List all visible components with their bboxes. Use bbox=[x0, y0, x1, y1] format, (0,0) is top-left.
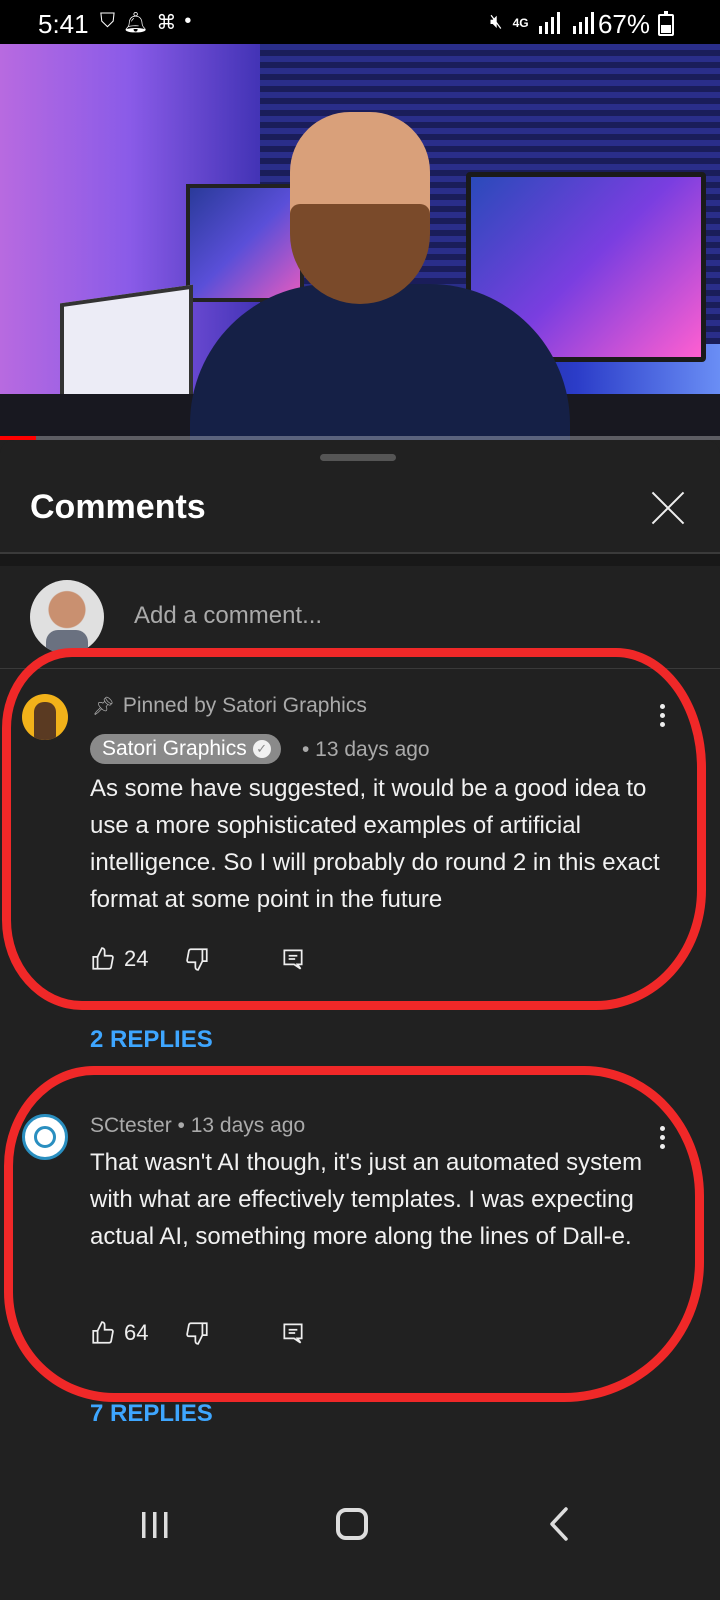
notification-icons: ⛉ 🔔︎ ⌘ • bbox=[100, 10, 191, 35]
signal-icon bbox=[538, 11, 560, 34]
battery-icon bbox=[658, 11, 674, 36]
battery-percentage: 67% bbox=[597, 9, 650, 39]
status-bar: 5:41 ⛉ 🔔︎ ⌘ • 🔇︎ 4G 67% bbox=[0, 0, 720, 44]
recent-apps-button[interactable] bbox=[140, 1510, 170, 1540]
signal-icon-2 bbox=[572, 11, 594, 34]
back-button[interactable] bbox=[548, 1506, 570, 1542]
view-replies-button[interactable]: 2 REPLIES bbox=[90, 1026, 213, 1054]
video-player[interactable] bbox=[0, 44, 720, 440]
sheet-title: Comments bbox=[30, 488, 206, 526]
annotation-circle bbox=[2, 648, 706, 1010]
dot-icon: • bbox=[184, 10, 192, 32]
home-button[interactable] bbox=[336, 1508, 368, 1540]
video-frame-monitor bbox=[186, 184, 304, 302]
network-type: 4G bbox=[512, 15, 529, 30]
status-time: 5:41 bbox=[38, 9, 89, 39]
close-button[interactable] bbox=[648, 486, 688, 526]
vpn-icon: ⛉ bbox=[100, 10, 115, 32]
system-icons: 🔇︎ 4G bbox=[490, 11, 597, 34]
user-avatar bbox=[30, 580, 104, 654]
divider bbox=[0, 554, 720, 566]
navigation-bar bbox=[0, 1474, 720, 1600]
view-replies-button[interactable]: 7 REPLIES bbox=[90, 1400, 213, 1428]
drag-handle[interactable] bbox=[320, 454, 396, 461]
alarm-icon: 🔔︎ bbox=[123, 12, 149, 34]
comments-sheet: Comments Add a comment... 📌︎ Pinned by S… bbox=[0, 440, 720, 1600]
annotation-circle bbox=[4, 1066, 704, 1402]
mute-icon: 🔇︎ bbox=[490, 11, 503, 33]
add-comment-input[interactable]: Add a comment... bbox=[134, 602, 322, 630]
app-icon: ⌘ bbox=[156, 12, 177, 34]
